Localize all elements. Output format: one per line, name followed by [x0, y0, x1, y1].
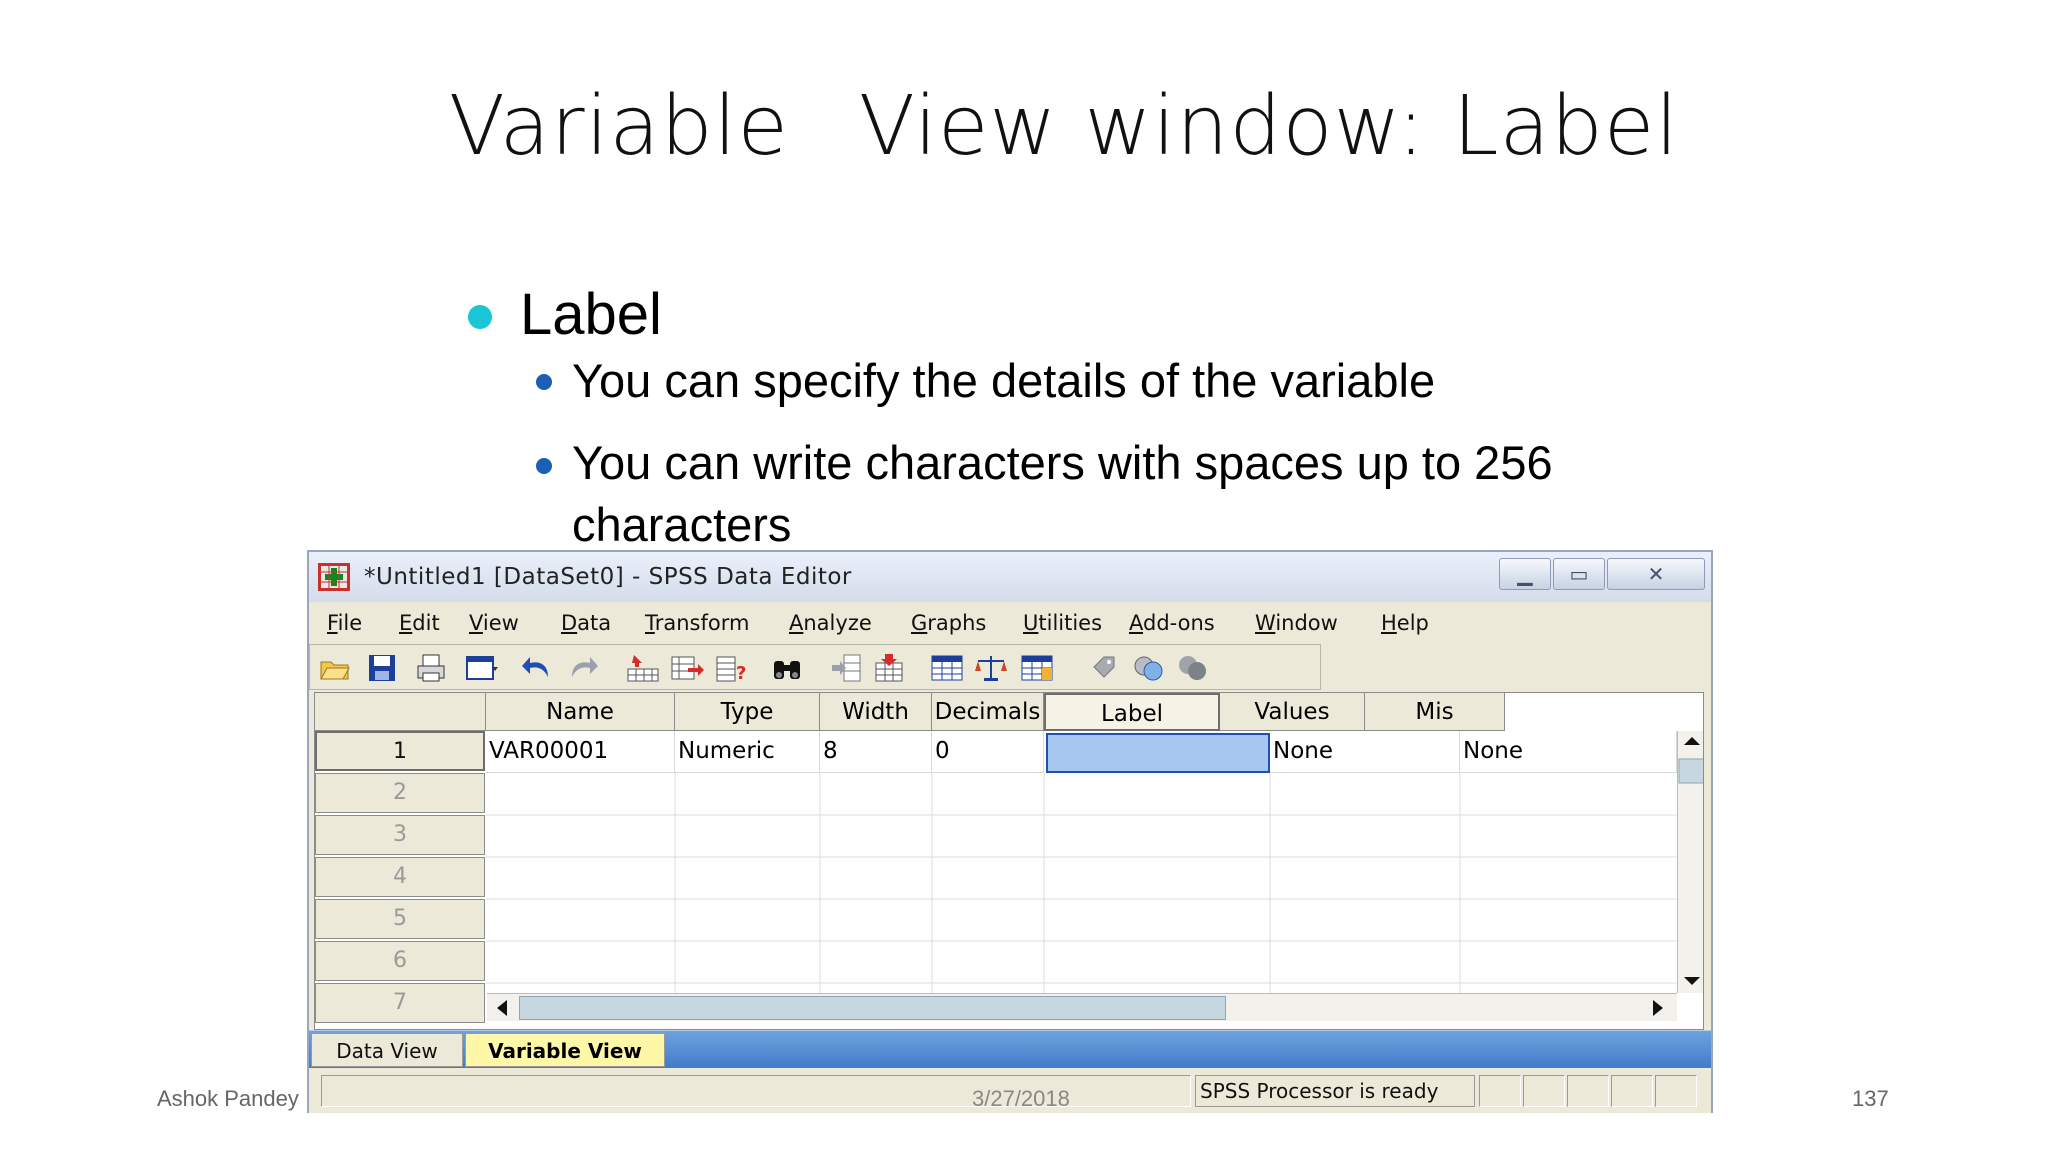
- status-panel: [1655, 1075, 1697, 1107]
- menu-add-ons[interactable]: Add-ons: [1129, 610, 1215, 636]
- slide-title: Variable View window: Label: [0, 72, 2048, 182]
- close-button[interactable]: ✕: [1607, 558, 1705, 590]
- title-word-variable: Variable: [448, 79, 789, 174]
- spss-app-icon: [318, 563, 350, 591]
- title-rest: View window: Label: [858, 79, 1680, 174]
- weight-cases-icon[interactable]: [974, 652, 1008, 684]
- menu-data[interactable]: Data: [561, 610, 611, 636]
- redo-icon[interactable]: [566, 652, 600, 684]
- insert-variable-icon[interactable]: [872, 652, 906, 684]
- split-file-icon[interactable]: [930, 652, 964, 684]
- bullet-dot-icon: [468, 305, 492, 329]
- tab-data-view[interactable]: Data View: [311, 1033, 463, 1067]
- status-panel: [1567, 1075, 1609, 1107]
- show-all-variables-icon[interactable]: [1176, 652, 1210, 684]
- use-sets-icon[interactable]: [1132, 652, 1166, 684]
- sub-bullet-2-text: You can write characters with spaces up …: [572, 436, 1553, 551]
- status-panel: [1479, 1075, 1521, 1107]
- goto-variable-icon[interactable]: [670, 652, 704, 684]
- footer-date: 3/27/2018: [972, 1086, 1070, 1111]
- bullet-list: Label You can specify the details of the…: [460, 280, 1760, 551]
- menu-view[interactable]: View: [469, 610, 519, 636]
- menu-edit[interactable]: Edit: [399, 610, 440, 636]
- horizontal-scroll-thumb[interactable]: [519, 996, 1226, 1020]
- sub-bullet-1: You can specify the details of the varia…: [460, 350, 1760, 426]
- scroll-down-icon: [1684, 977, 1700, 985]
- status-panel: [1523, 1075, 1565, 1107]
- insert-cases-icon[interactable]: [830, 652, 864, 684]
- window-title: *Untitled1 [DataSet0] - SPSS Data Editor: [364, 564, 852, 590]
- svg-text:?: ?: [736, 663, 746, 683]
- print-icon[interactable]: [414, 652, 448, 684]
- scroll-up-icon: [1684, 737, 1700, 745]
- menu-window[interactable]: Window: [1255, 610, 1338, 636]
- variables-icon[interactable]: ?: [715, 652, 749, 684]
- scroll-left-icon: [497, 1000, 507, 1016]
- window-titlebar[interactable]: *Untitled1 [DataSet0] - SPSS Data Editor…: [309, 552, 1711, 602]
- scroll-right-icon: [1653, 1000, 1663, 1016]
- vertical-scrollbar[interactable]: [1677, 731, 1703, 993]
- sub-bullet-1-text: You can specify the details of the varia…: [572, 354, 1436, 407]
- goto-case-icon[interactable]: [626, 652, 660, 684]
- menu-analyze[interactable]: Analyze: [789, 610, 872, 636]
- find-icon[interactable]: [770, 652, 804, 684]
- menu-utilities[interactable]: Utilities: [1023, 610, 1102, 636]
- sub-bullet-dot-icon: [536, 458, 552, 474]
- save-icon[interactable]: [365, 652, 399, 684]
- status-panel: [1611, 1075, 1653, 1107]
- menu-bar: File Edit View Data Transform Analyze Gr…: [309, 602, 1711, 642]
- footer-author: Ashok Pandey: [157, 1086, 299, 1111]
- dialog-recall-icon[interactable]: [465, 652, 499, 684]
- value-labels-icon[interactable]: [1090, 652, 1124, 684]
- sub-bullet-dot-icon: [536, 374, 552, 390]
- open-folder-icon[interactable]: [318, 652, 352, 684]
- scroll-thumb: [1678, 758, 1703, 784]
- variable-grid: Name Type Width Decimals Label Values Mi…: [314, 692, 1704, 1030]
- menu-transform[interactable]: Transform: [645, 610, 749, 636]
- horizontal-scrollbar[interactable]: [487, 993, 1677, 1021]
- minimize-button[interactable]: ▁: [1499, 558, 1551, 590]
- bullet-label: Label: [460, 280, 1760, 350]
- menu-help[interactable]: Help: [1381, 610, 1429, 636]
- tab-variable-view[interactable]: Variable View: [465, 1033, 665, 1067]
- footer-page-number: 137: [1852, 1086, 1889, 1111]
- select-cases-icon[interactable]: [1020, 652, 1054, 684]
- toolbar: ?: [309, 644, 1321, 690]
- maximize-button[interactable]: ▭: [1553, 558, 1605, 590]
- view-tab-bar: Data View Variable View: [309, 1030, 1711, 1068]
- processor-status: SPSS Processor is ready: [1195, 1075, 1475, 1107]
- undo-icon[interactable]: [520, 652, 554, 684]
- spss-data-editor-window: *Untitled1 [DataSet0] - SPSS Data Editor…: [307, 550, 1713, 1113]
- empty-grid-lines: [486, 773, 1677, 993]
- bullet-main-text: Label: [520, 282, 662, 347]
- menu-graphs[interactable]: Graphs: [911, 610, 986, 636]
- menu-file[interactable]: File: [327, 610, 362, 636]
